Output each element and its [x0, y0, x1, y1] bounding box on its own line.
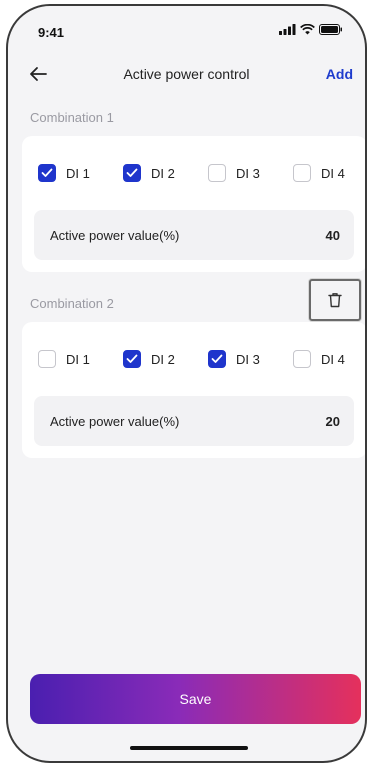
- checkbox-box: [293, 350, 311, 368]
- combination-2-title: Combination 2: [30, 296, 114, 311]
- status-icons: [279, 24, 343, 35]
- di-4-checkbox[interactable]: DI 4: [293, 164, 353, 182]
- active-power-value-label: Active power value(%): [50, 414, 180, 429]
- wifi-icon: [300, 24, 315, 35]
- home-indicator: [130, 746, 248, 750]
- combination-1-title: Combination 1: [30, 110, 114, 125]
- checkmark-icon: [211, 354, 223, 363]
- checkbox-box: [123, 350, 141, 368]
- combination-1-card: DI 1 DI 2 DI 3 DI 4 Active power value(%…: [22, 136, 365, 272]
- di-1-label: DI 1: [66, 351, 90, 367]
- checkmark-icon: [126, 168, 138, 177]
- di-3-label: DI 3: [236, 351, 260, 367]
- di-1-label: DI 1: [66, 165, 90, 181]
- di-3-checkbox[interactable]: DI 3: [208, 164, 293, 182]
- checkbox-box: [123, 164, 141, 182]
- di-4-label: DI 4: [321, 165, 345, 181]
- di-2-checkbox[interactable]: DI 2: [123, 350, 208, 368]
- page-title: Active power control: [123, 66, 250, 82]
- di-2-label: DI 2: [151, 165, 175, 181]
- di-4-checkbox[interactable]: DI 4: [293, 350, 353, 368]
- nav-bar: Active power control Add: [8, 58, 365, 90]
- delete-combination-button[interactable]: [309, 279, 361, 321]
- di-checkbox-row: DI 1 DI 2 DI 3 DI 4: [38, 350, 353, 368]
- active-power-value: 20: [325, 414, 340, 429]
- trash-icon: [328, 293, 342, 308]
- checkbox-box: [293, 164, 311, 182]
- active-power-value-field[interactable]: Active power value(%) 20: [34, 396, 354, 446]
- checkbox-box: [208, 164, 226, 182]
- status-bar: 9:41: [8, 6, 365, 54]
- active-power-value-label: Active power value(%): [50, 228, 180, 243]
- di-2-checkbox[interactable]: DI 2: [123, 164, 208, 182]
- di-3-checkbox[interactable]: DI 3: [208, 350, 293, 368]
- status-time: 9:41: [38, 25, 65, 40]
- battery-icon: [319, 24, 342, 35]
- di-2-label: DI 2: [151, 351, 175, 367]
- combination-2-card: DI 1 DI 2 DI 3 DI 4 Active power value(%…: [22, 322, 365, 458]
- checkmark-icon: [41, 168, 53, 177]
- checkbox-box: [38, 350, 56, 368]
- di-checkbox-row: DI 1 DI 2 DI 3 DI 4: [38, 164, 353, 182]
- active-power-value: 40: [325, 228, 340, 243]
- checkbox-box: [38, 164, 56, 182]
- phone-frame: 9:41 Active power control Add Combinatio…: [6, 4, 367, 763]
- add-button[interactable]: Add: [326, 66, 353, 82]
- di-3-label: DI 3: [236, 165, 260, 181]
- di-1-checkbox[interactable]: DI 1: [38, 350, 123, 368]
- checkmark-icon: [126, 354, 138, 363]
- save-button[interactable]: Save: [30, 674, 361, 724]
- signal-icon: [279, 24, 296, 35]
- di-1-checkbox[interactable]: DI 1: [38, 164, 123, 182]
- checkbox-box: [208, 350, 226, 368]
- di-4-label: DI 4: [321, 351, 345, 367]
- active-power-value-field[interactable]: Active power value(%) 40: [34, 210, 354, 260]
